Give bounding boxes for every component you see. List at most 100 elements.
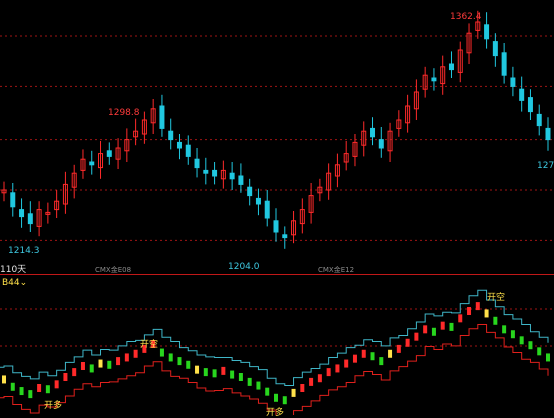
indicator-bar [186, 360, 191, 369]
indicator-bar [10, 382, 15, 391]
indicator-bar [54, 380, 59, 389]
high-price-label-mid: 1298.8 [108, 108, 140, 118]
indicator-bar [396, 344, 401, 353]
candle-body [159, 105, 165, 129]
indicator-bar [89, 364, 94, 373]
indicator-bar [116, 357, 121, 366]
indicator-bar [177, 357, 182, 366]
candle-body [378, 139, 384, 149]
candle-body [492, 41, 498, 57]
candle-body [238, 175, 244, 185]
indicator-bar [2, 375, 6, 384]
indicator-bar [449, 322, 454, 331]
indicator-bar [309, 377, 314, 386]
indicator-bar [344, 359, 349, 368]
indicator-bar [379, 357, 384, 366]
indicator-name[interactable]: B44⌄ [2, 278, 27, 288]
candle-body [431, 77, 437, 82]
indicator-bar [467, 307, 472, 315]
indicator-name-text: B44 [2, 278, 20, 288]
indicator-bar [282, 396, 287, 405]
indicator-bar [537, 347, 542, 356]
indicator-bar [238, 373, 243, 381]
indicator-bar [230, 370, 235, 379]
indicator-bar [440, 321, 445, 330]
indicator-bar [107, 360, 112, 369]
candle-body [194, 158, 200, 169]
candle-body [264, 200, 270, 219]
candle-body [185, 144, 191, 157]
indicator-bar [528, 341, 533, 350]
signal-long-left: 开多 [44, 401, 63, 411]
candle-body [448, 63, 454, 71]
indicator-bar [388, 349, 393, 358]
indicator-bar [484, 309, 489, 318]
indicator-bar [405, 338, 410, 347]
candle-body [89, 161, 95, 166]
indicator-bar [475, 302, 480, 311]
signal-short-mid: 开空 [140, 340, 159, 350]
candle-body [370, 127, 376, 138]
indicator-bar [502, 325, 507, 334]
candle-body [510, 77, 516, 87]
candle-body [168, 130, 174, 141]
indicator-bar [361, 349, 366, 358]
candle-body [255, 197, 261, 205]
indicator-bar [274, 393, 278, 402]
candle-body [536, 113, 542, 127]
indicator-bar [159, 348, 164, 357]
indicator-bar [72, 368, 77, 377]
indicator-bar [221, 366, 226, 375]
indicator-bar [80, 362, 85, 370]
indicator-bar [317, 374, 322, 383]
candle-body [519, 88, 525, 101]
indicator-bar [493, 316, 498, 325]
indicator-bar [423, 325, 428, 334]
indicator-bar [335, 364, 340, 373]
candle-body [203, 169, 209, 174]
candle-body [19, 209, 25, 218]
panel-separator [0, 274, 554, 275]
indicator-bar [168, 353, 173, 362]
indicator-bar [98, 359, 103, 368]
candle-body [273, 220, 279, 233]
candle-body [10, 192, 16, 208]
candle-body [176, 141, 182, 149]
candle-body [282, 234, 288, 239]
candle-body [106, 150, 112, 157]
indicator-bar [326, 368, 331, 377]
low-price-label-left: 1214.3 [8, 246, 40, 256]
indicator-bar [45, 385, 50, 394]
candle-body [527, 97, 533, 113]
indicator-bar [300, 384, 305, 392]
indicator-bar [133, 349, 138, 358]
indicator-bar [19, 387, 24, 396]
indicator-bar [195, 365, 200, 374]
indicator-bar [212, 369, 217, 378]
signal-long-mid: 开多 [266, 408, 285, 418]
indicator-bar [519, 336, 524, 345]
low-price-label-mid: 1204.0 [228, 262, 260, 272]
indicator-bar [431, 327, 436, 336]
indicator-bar [414, 332, 419, 341]
cut-price-label-right: 1273 [537, 161, 554, 171]
candle-body [484, 24, 490, 40]
candle-body [501, 52, 507, 76]
price-chart[interactable] [0, 0, 554, 415]
candle-body [212, 169, 218, 177]
indicator-bar [124, 353, 129, 362]
candle-body [545, 127, 551, 141]
high-price-label-right: 1362.4 [450, 12, 482, 22]
indicator-bar [291, 388, 296, 397]
indicator-bar [352, 354, 357, 363]
indicator-bar [203, 368, 208, 377]
indicator-bar [63, 373, 68, 381]
candle-body [229, 172, 235, 180]
candle-body [247, 186, 253, 197]
indicator-bar [256, 381, 261, 390]
candle-body [27, 213, 33, 225]
indicator-bar [546, 353, 550, 362]
chevron-down-icon: ⌄ [19, 278, 28, 288]
indicator-bar [370, 352, 375, 361]
indicator-bar [458, 314, 463, 323]
